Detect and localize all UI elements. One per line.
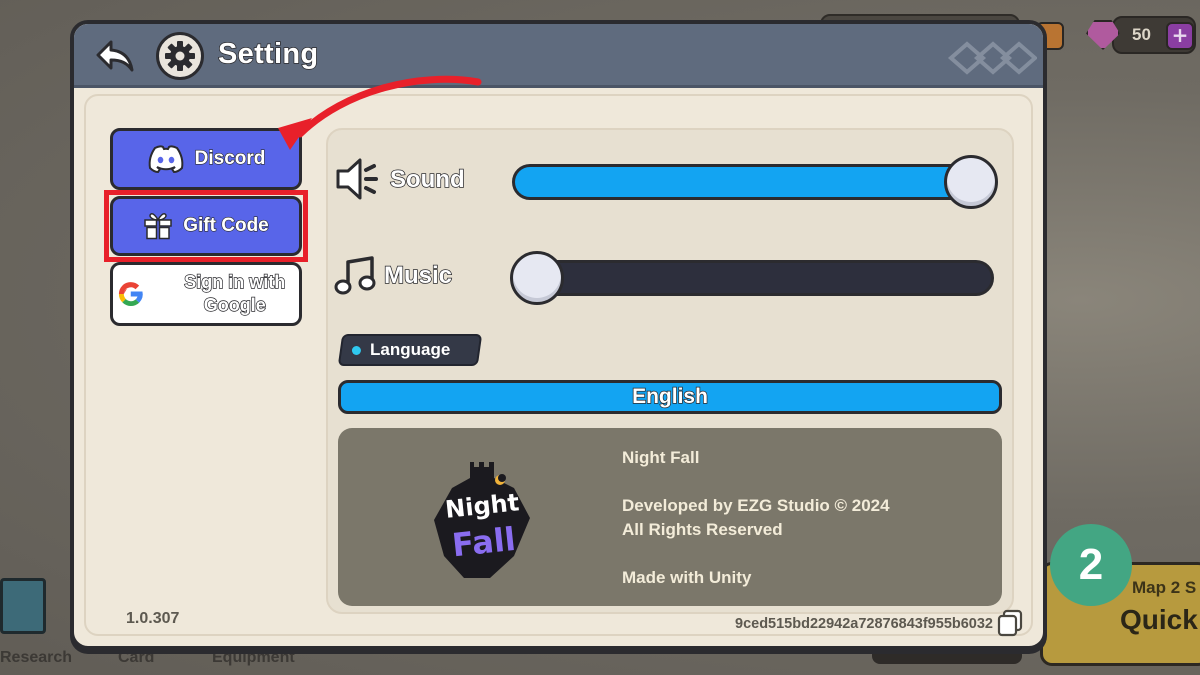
logo-line2: Fall [450,520,517,564]
music-note-icon [334,256,376,295]
settings-gear-badge [156,32,204,80]
music-slider-track[interactable] [512,260,994,296]
back-button[interactable] [92,36,138,76]
version-text: 1.0.307 [126,610,180,627]
header-ornament-icon [947,41,1037,75]
discord-button[interactable]: Discord [110,128,302,190]
nav-label-card[interactable]: Card [118,649,154,667]
about-developer: Developed by EZG Studio © 2024 [622,496,890,515]
gem-count: 50 [1132,25,1151,44]
step-badge: 2 [1050,524,1132,606]
gift-code-button[interactable]: Gift Code [110,196,302,256]
sound-slider-fill [515,167,991,197]
language-select[interactable]: English [338,380,1002,414]
sound-label: Sound [389,165,465,194]
about-card: Night Fall Night Fall Developed by EZG S… [338,428,1002,606]
about-engine: Made with Unity [622,568,752,587]
back-arrow-icon [96,40,134,72]
dialog-header: Setting [74,24,1043,88]
google-signin-button[interactable]: Sign in with Google [110,262,302,326]
map-card-title: Map 2 S [1132,578,1197,597]
discord-button-label: Discord [194,147,266,169]
sound-slider-track[interactable] [512,164,994,200]
nav-label-research[interactable]: Research [0,649,72,667]
gear-icon [165,41,195,71]
add-gems-button[interactable]: + [1166,22,1194,50]
google-icon [118,282,143,307]
speaker-icon [336,158,378,200]
night-fall-logo: Night Fall [434,462,530,578]
about-rights: All Rights Reserved [622,520,783,539]
music-slider-thumb[interactable] [510,251,564,305]
google-label-line1: Sign in with [184,271,286,292]
nav-label-equipment[interactable]: Equipment [212,649,295,667]
google-signin-label: Sign in with Google [171,271,299,317]
copy-icon[interactable] [995,608,1025,638]
music-label: Music [383,261,453,290]
google-label-line2: Google [203,294,266,315]
dialog-title: Setting [217,37,319,71]
device-id: 9ced515bd22942a72876843f955b6032 [735,616,993,632]
map-card-action: Quick [1120,604,1198,635]
discord-icon [148,145,183,173]
language-value: English [631,384,708,409]
language-dot-icon [351,346,361,355]
language-tag-label: Language [370,340,451,359]
settings-dialog: Setting Discord Gift Code Sign in with G… [70,20,1047,650]
gift-code-button-label: Gift Code [183,214,270,236]
research-book-icon[interactable] [0,578,46,634]
gift-icon [144,213,172,240]
language-tag: Language [337,334,483,366]
about-game-name: Night Fall [622,448,700,467]
sound-slider-thumb[interactable] [944,155,998,209]
settings-panel: Sound Music Language English Night Fall … [326,128,1014,614]
